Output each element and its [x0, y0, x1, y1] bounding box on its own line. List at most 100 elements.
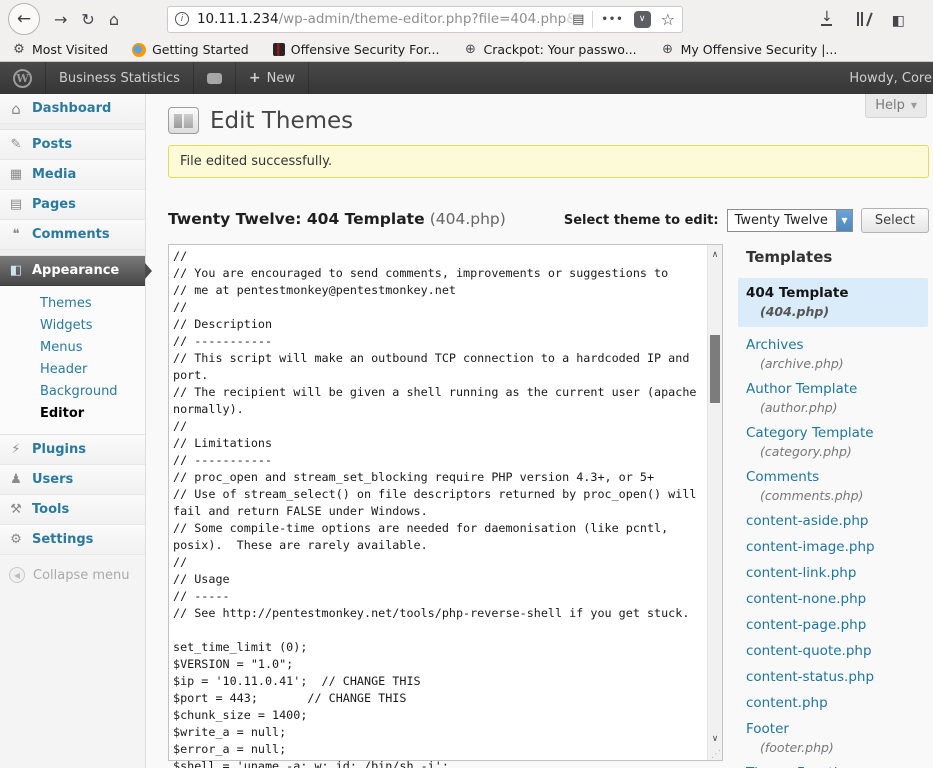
site-name-menu[interactable]: Business Statistics	[46, 62, 194, 94]
sidebar-item-settings[interactable]: Settings	[0, 525, 145, 555]
template-item[interactable]: content-none.php	[746, 591, 928, 607]
template-item[interactable]: Footer (footer.php)	[746, 721, 928, 755]
template-file-label: (404.php)	[746, 304, 920, 319]
library-icon[interactable]	[857, 12, 868, 26]
submenu-item-header[interactable]: Header	[0, 359, 145, 381]
submenu-item-widgets[interactable]: Widgets	[0, 315, 145, 337]
template-name-link[interactable]: content.php	[746, 695, 828, 711]
bookmark-label: Getting Started	[152, 42, 249, 57]
sidebar-item-pages[interactable]: Pages	[0, 190, 145, 220]
howdy-account-menu[interactable]: Howdy, Core	[849, 71, 933, 86]
sidebar-item-users[interactable]: Users	[0, 465, 145, 495]
bookmark-item[interactable]: My Offensive Security |...	[661, 42, 838, 57]
template-item[interactable]: Comments (comments.php)	[746, 469, 928, 503]
sidebar-label-dashboard: Dashboard	[32, 101, 111, 116]
plus-icon: +	[249, 70, 261, 86]
submenu-item-menus[interactable]: Menus	[0, 337, 145, 359]
sidebar-item-posts[interactable]: Posts	[0, 130, 145, 160]
template-item[interactable]: 404 Template (404.php)	[738, 278, 928, 327]
bookmark-label: Crackpot: Your passwo...	[483, 42, 636, 57]
template-item[interactable]: content.php	[746, 695, 928, 711]
page-actions-icon[interactable]: •••	[601, 14, 623, 25]
template-name-link[interactable]: Archives	[746, 337, 804, 353]
browser-toolbar: ← → ↻ ⌂ i 10.11.1.234/wp-admin/theme-edi…	[0, 0, 933, 38]
template-item[interactable]: Author Template (author.php)	[746, 381, 928, 415]
code-editor-text[interactable]: // // You are encouraged to send comment…	[169, 245, 700, 768]
url-bar[interactable]: i 10.11.1.234/wp-admin/theme-editor.php?…	[167, 6, 683, 33]
help-button[interactable]: Help ▼	[865, 94, 927, 118]
home-button[interactable]: ⌂	[109, 10, 119, 29]
bookmark-item[interactable]: Most Visited	[12, 42, 108, 57]
template-name-link[interactable]: content-image.php	[746, 539, 875, 555]
scroll-up-icon[interactable]	[708, 247, 722, 262]
template-name-link[interactable]: Comments	[746, 469, 819, 485]
template-item[interactable]: content-page.php	[746, 617, 928, 633]
sidebar-label-media: Media	[32, 167, 76, 182]
sidebar-item-plugins[interactable]: Plugins	[0, 435, 145, 465]
file-heading: Twenty Twelve: 404 Template (404.php)	[168, 209, 506, 228]
theme-dropdown[interactable]: Twenty Twelve ▼	[727, 209, 853, 232]
template-name-link[interactable]: 404 Template	[746, 285, 849, 301]
sidebar-item-appearance[interactable]: Appearance	[0, 256, 145, 286]
bookmark-item[interactable]: Getting Started	[132, 42, 249, 57]
bookmark-item[interactable]: Crackpot: Your passwo...	[463, 42, 636, 57]
bookmark-icon	[132, 43, 146, 57]
template-item[interactable]: content-image.php	[746, 539, 928, 555]
template-name-link[interactable]: content-quote.php	[746, 643, 872, 659]
reader-mode-icon[interactable]	[572, 11, 584, 27]
refresh-button[interactable]: ↻	[81, 10, 94, 29]
bookmark-label: My Offensive Security |...	[681, 42, 838, 57]
template-item[interactable]: content-status.php	[746, 669, 928, 685]
template-name-link[interactable]: content-page.php	[746, 617, 866, 633]
template-item[interactable]: Category Template (category.php)	[746, 425, 928, 459]
sidebar-item-comments[interactable]: Comments	[0, 220, 145, 250]
template-name-link[interactable]: content-aside.php	[746, 513, 868, 529]
template-item[interactable]: content-aside.php	[746, 513, 928, 529]
template-item[interactable]: content-link.php	[746, 565, 928, 581]
wp-logo-menu[interactable]: W	[0, 62, 46, 94]
collapse-menu-button[interactable]: Collapse menu	[0, 555, 145, 583]
site-info-icon[interactable]: i	[175, 12, 189, 26]
bookmark-icon	[12, 43, 26, 57]
sidebar-item-tools[interactable]: Tools	[0, 495, 145, 525]
code-editor[interactable]: // // You are encouraged to send comment…	[168, 244, 723, 761]
template-name-link[interactable]: content-status.php	[746, 669, 874, 685]
template-name-link[interactable]: content-none.php	[746, 591, 866, 607]
template-item[interactable]: Archives (archive.php)	[746, 337, 928, 371]
file-name: (404.php)	[430, 210, 506, 228]
editor-row: // // You are encouraged to send comment…	[168, 244, 929, 768]
scroll-down-icon[interactable]	[708, 731, 722, 746]
sidebar-item-dashboard[interactable]: Dashboard	[0, 94, 145, 124]
resize-grip-icon[interactable]	[711, 750, 721, 760]
submenu-item-editor[interactable]: Editor	[0, 403, 145, 425]
submenu-item-background[interactable]: Background	[0, 381, 145, 403]
sidebar-label-settings: Settings	[32, 532, 93, 547]
forward-button[interactable]: →	[54, 10, 67, 29]
template-name-link[interactable]: Author Template	[746, 381, 857, 397]
template-item[interactable]: content-quote.php	[746, 643, 928, 659]
main-content: Help ▼ Edit Themes File edited successfu…	[146, 94, 933, 768]
submenu-item-themes[interactable]: Themes	[0, 293, 145, 315]
sidebar-item-media[interactable]: Media	[0, 160, 145, 190]
bookmark-item[interactable]: Offensive Security For...	[273, 42, 440, 57]
editor-scrollbar[interactable]	[707, 245, 722, 760]
bookmarks-bar: Most Visited Getting Started Offensive S…	[0, 38, 933, 62]
url-text[interactable]: 10.11.1.234/wp-admin/theme-editor.php?fi…	[197, 11, 572, 27]
posts-icon	[8, 137, 24, 152]
bookmark-star-icon[interactable]	[661, 10, 675, 29]
toolbar-right-icons: ↓	[821, 10, 905, 29]
template-file-label: (category.php)	[746, 444, 928, 459]
sidebar-toggle-icon[interactable]	[892, 10, 905, 29]
comments-bubble-menu[interactable]	[194, 62, 236, 94]
back-button[interactable]: ←	[8, 3, 40, 35]
appearance-submenu: Themes Widgets Menus Header Background E…	[0, 286, 145, 435]
select-theme-button[interactable]: Select	[861, 208, 929, 233]
template-name-link[interactable]: content-link.php	[746, 565, 856, 581]
new-content-menu[interactable]: + New	[236, 62, 309, 94]
sidebar-label-appearance: Appearance	[32, 263, 119, 278]
downloads-icon[interactable]: ↓	[821, 12, 833, 26]
pocket-icon[interactable]	[634, 11, 651, 28]
scrollbar-thumb[interactable]	[710, 335, 720, 403]
template-name-link[interactable]: Footer	[746, 721, 789, 737]
template-name-link[interactable]: Category Template	[746, 425, 874, 441]
